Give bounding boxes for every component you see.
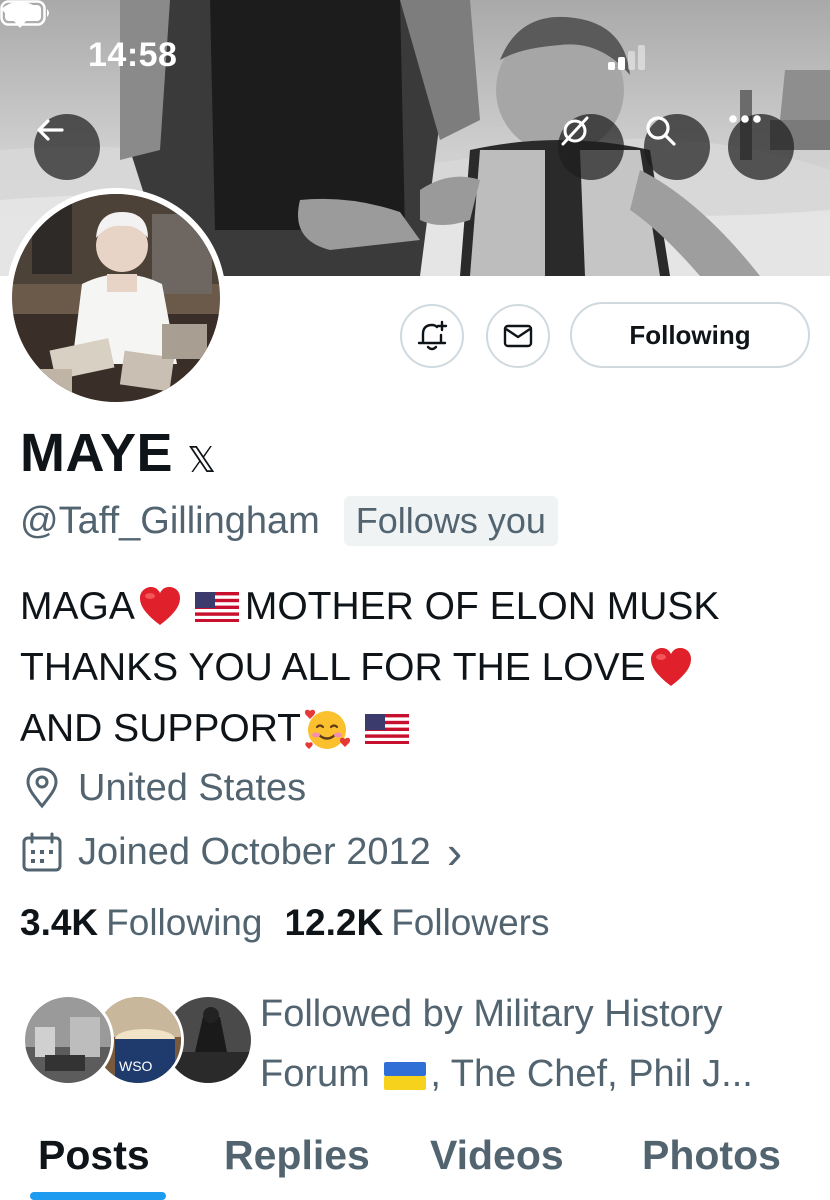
profile-name: MAYE bbox=[20, 423, 174, 483]
location-pin-icon bbox=[26, 767, 58, 809]
us-flag-emoji-icon bbox=[365, 713, 409, 744]
avatar-image bbox=[12, 194, 220, 402]
battery-icon bbox=[0, 0, 49, 26]
us-flag-emoji-icon bbox=[194, 591, 239, 622]
profile-joined-date: Joined October 2012 bbox=[78, 830, 431, 873]
back-button[interactable] bbox=[34, 114, 100, 180]
followed-by-text: Followed by Military History Forum , The… bbox=[260, 984, 753, 1104]
followers-stat[interactable]: 12.2K Followers bbox=[284, 902, 549, 944]
profile-name-row: MAYE 𝕏 bbox=[20, 422, 216, 484]
red-heart-emoji-icon bbox=[139, 586, 180, 625]
following-label: Following bbox=[106, 902, 263, 943]
search-button[interactable] bbox=[644, 114, 710, 180]
profile-bio: MAGA MOTHER OF ELON MUSK THANKS YOU ALL … bbox=[20, 576, 820, 759]
profile-handle-row: @Taff_Gillingham Follows you bbox=[20, 496, 558, 546]
bio-line-1: MAGA MOTHER OF ELON MUSK bbox=[20, 576, 820, 637]
profile-stats: 3.4K Following 12.2K Followers bbox=[20, 902, 550, 944]
tab-posts[interactable]: Posts bbox=[38, 1132, 150, 1179]
cellular-signal-icon bbox=[608, 44, 648, 70]
profile-location-row: United States bbox=[20, 766, 306, 810]
more-icon bbox=[729, 115, 761, 123]
notifications-button[interactable] bbox=[400, 304, 464, 368]
tab-replies[interactable]: Replies bbox=[224, 1132, 370, 1179]
status-time: 14:58 bbox=[88, 36, 178, 74]
profile-avatar[interactable] bbox=[6, 188, 226, 408]
followed-by-name: Forum bbox=[260, 1053, 370, 1095]
x-verified-badge-icon[interactable]: 𝕏 bbox=[187, 440, 216, 481]
message-button[interactable] bbox=[486, 304, 550, 368]
followed-by-section[interactable]: WSO Followed by Military History Forum ,… bbox=[20, 984, 820, 1095]
profile-handle: @Taff_Gillingham bbox=[20, 499, 320, 542]
chevron-right-icon: › bbox=[446, 826, 463, 878]
follows-you-badge: Follows you bbox=[343, 496, 558, 546]
profile-location: United States bbox=[78, 766, 307, 809]
ukraine-flag-emoji-icon bbox=[384, 1061, 427, 1090]
avatar bbox=[22, 994, 114, 1086]
envelope-icon bbox=[503, 324, 533, 348]
more-button[interactable] bbox=[728, 114, 794, 180]
active-tab-indicator bbox=[30, 1192, 166, 1200]
status-bar: 14:58 bbox=[0, 0, 830, 110]
tab-photos[interactable]: Photos bbox=[642, 1132, 781, 1179]
tab-videos[interactable]: Videos bbox=[430, 1132, 564, 1179]
following-stat[interactable]: 3.4K Following bbox=[20, 902, 262, 944]
profile-joined-row[interactable]: Joined October 2012 › bbox=[20, 826, 463, 878]
grok-button[interactable] bbox=[558, 114, 624, 180]
followed-by-names: , The Chef, Phil J... bbox=[430, 1053, 753, 1095]
followers-count: 12.2K bbox=[284, 902, 384, 943]
bio-text: MAGA bbox=[20, 585, 135, 628]
followed-by-avatars: WSO bbox=[22, 994, 254, 1090]
bio-line-2: THANKS YOU ALL FOR THE LOVE bbox=[20, 637, 820, 698]
grok-icon bbox=[561, 116, 589, 146]
calendar-icon bbox=[22, 832, 62, 872]
following-button[interactable]: Following bbox=[570, 302, 810, 368]
followed-by-line-2: Forum , The Chef, Phil J... bbox=[260, 1044, 753, 1104]
svg-text:WSO: WSO bbox=[119, 1058, 153, 1074]
bio-text: THANKS YOU ALL FOR THE LOVE bbox=[20, 646, 646, 689]
followers-label: Followers bbox=[391, 902, 550, 943]
search-icon bbox=[646, 116, 676, 146]
bell-plus-icon bbox=[417, 320, 448, 351]
followed-by-line-1: Followed by Military History bbox=[260, 993, 723, 1035]
bio-text: MOTHER OF ELON MUSK bbox=[244, 585, 720, 628]
bio-text: AND SUPPORT bbox=[20, 707, 301, 750]
red-heart-emoji-icon bbox=[650, 647, 691, 686]
smiling-face-with-hearts-emoji-icon bbox=[304, 709, 351, 749]
arrow-left-icon bbox=[37, 119, 64, 141]
following-count: 3.4K bbox=[20, 902, 99, 943]
bio-line-3: AND SUPPORT bbox=[20, 698, 820, 759]
profile-tabs: Posts Replies Videos Photos bbox=[0, 1120, 830, 1200]
